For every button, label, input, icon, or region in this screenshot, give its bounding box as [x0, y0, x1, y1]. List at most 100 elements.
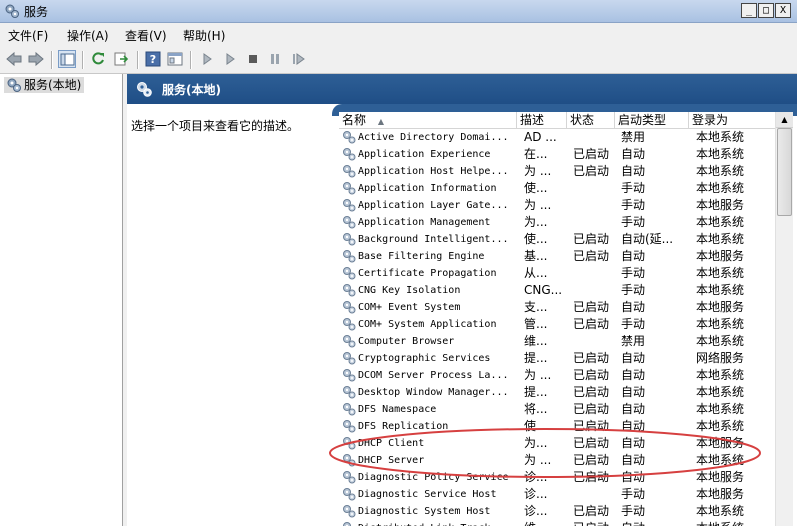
- service-gear-icon: [343, 216, 356, 229]
- service-name: Background Intelligent...: [358, 234, 509, 245]
- service-startup-type: 自动: [621, 520, 691, 526]
- table-row[interactable]: Application Layer Gate... 为 ... 手动 本地服务: [339, 197, 784, 214]
- export-icon[interactable]: [112, 50, 130, 68]
- maximize-button[interactable]: □: [758, 3, 774, 18]
- service-status: 已启动: [573, 351, 610, 365]
- service-description: 使...: [524, 419, 548, 433]
- service-name: COM+ System Application: [358, 319, 497, 330]
- service-logon-as: 本地系统: [696, 402, 745, 416]
- service-description: 提...: [524, 351, 548, 365]
- service-logon-as: 本地系统: [696, 215, 745, 229]
- service-gear-icon: [343, 335, 356, 348]
- vertical-scrollbar[interactable]: ▲: [775, 112, 793, 526]
- column-header-description[interactable]: 描述: [517, 112, 567, 128]
- service-logon-as: 本地系统: [696, 520, 781, 526]
- service-name-cell: DHCP Client: [342, 435, 512, 452]
- stop-icon[interactable]: [244, 50, 262, 68]
- service-status: 已启动: [573, 232, 610, 246]
- minimize-button[interactable]: _: [741, 3, 757, 18]
- menu-file[interactable]: 文件(F): [8, 27, 48, 44]
- table-row[interactable]: DHCP Server 为 ... 已启动 自动 本地系统: [339, 452, 784, 469]
- service-description: 维...: [524, 334, 548, 348]
- column-header-logon-as[interactable]: 登录为: [689, 112, 784, 128]
- service-startup-type: 自动: [621, 351, 646, 365]
- table-row[interactable]: Desktop Window Manager... 提... 已启动 自动 本地系统: [339, 384, 784, 401]
- service-gear-icon: [343, 165, 356, 178]
- service-startup-type: 自动: [621, 453, 646, 467]
- menu-action[interactable]: 操作(A): [67, 27, 109, 44]
- service-gear-icon: [343, 199, 356, 212]
- service-startup-type: 自动: [621, 470, 646, 484]
- close-button[interactable]: X: [775, 3, 791, 18]
- toolbar-separator: [82, 51, 84, 69]
- service-gear-icon: [343, 250, 356, 263]
- table-row[interactable]: DCOM Server Process La... 为 ... 已启动 自动 本地系统: [339, 367, 784, 384]
- menu-view[interactable]: 查看(V): [125, 27, 167, 44]
- service-logon-as: 本地系统: [696, 164, 745, 178]
- table-row[interactable]: Cryptographic Services 提... 已启动 自动 网络服务: [339, 350, 784, 367]
- service-startup-type: 手动: [621, 487, 646, 501]
- service-gear-icon: [343, 471, 356, 484]
- table-row[interactable]: Application Management 为... 手动 本地系统: [339, 214, 784, 231]
- menu-help[interactable]: 帮助(H): [183, 27, 225, 44]
- service-status: 已启动: [573, 419, 610, 433]
- table-row[interactable]: Background Intelligent... 使... 已启动 自动(延... 本…: [339, 231, 784, 248]
- service-name: Application Experience: [358, 149, 491, 160]
- table-row[interactable]: CNG Key Isolation CNG... 手动 本地系统: [339, 282, 784, 299]
- service-status: [573, 129, 618, 146]
- start-icon[interactable]: [198, 50, 216, 68]
- service-logon-as: 本地系统: [696, 419, 745, 433]
- table-row[interactable]: DFS Namespace 将... 已启动 自动 本地系统: [339, 401, 784, 418]
- properties-icon[interactable]: [166, 50, 184, 68]
- service-status: 已启动: [573, 436, 610, 450]
- table-row[interactable]: Base Filtering Engine 基... 已启动 自动 本地服务: [339, 248, 784, 265]
- table-row[interactable]: Application Information 使... 手动 本地系统: [339, 180, 784, 197]
- table-row[interactable]: COM+ System Application 管... 已启动 手动 本地系统: [339, 316, 784, 333]
- panel-title: 服务(本地): [162, 83, 221, 97]
- service-startup-type: 手动: [621, 317, 646, 331]
- service-name-cell: Certificate Propagation: [342, 265, 512, 282]
- service-startup-type: 自动: [621, 147, 646, 161]
- show-tree-icon[interactable]: [58, 50, 76, 68]
- window-title-bar[interactable]: 服务 _ □ X: [0, 0, 797, 23]
- scroll-up-icon[interactable]: ▲: [776, 112, 793, 128]
- scroll-thumb[interactable]: [777, 128, 792, 216]
- tree-item-services-local[interactable]: 服务(本地): [4, 77, 85, 93]
- table-row[interactable]: Application Experience 在... 已启动 自动 本地系统: [339, 146, 784, 163]
- column-header-status[interactable]: 状态: [567, 112, 615, 128]
- table-row[interactable]: Certificate Propagation 从... 手动 本地系统: [339, 265, 784, 282]
- table-row[interactable]: Application Host Helpe... 为 ... 已启动 自动 本地系统: [339, 163, 784, 180]
- table-row[interactable]: Computer Browser 维... 禁用 本地系统: [339, 333, 784, 350]
- service-description: AD ...: [524, 130, 557, 144]
- start-alt-icon[interactable]: [221, 50, 239, 68]
- table-row[interactable]: DHCP Client 为... 已启动 自动 本地服务: [339, 435, 784, 452]
- list-header: 名称 ▲ 描述 状态 启动类型 登录为: [339, 112, 784, 129]
- service-logon-as: 本地服务: [696, 249, 745, 263]
- service-gear-icon: [343, 182, 356, 195]
- services-panel: 服务(本地) 选择一个项目来查看它的描述。 名称 ▲ 描述 状态 启动类型 登录…: [127, 74, 797, 526]
- column-header-startup-type[interactable]: 启动类型: [615, 112, 689, 128]
- table-row[interactable]: Diagnostic Service Host 诊... 手动 本地服务: [339, 486, 784, 503]
- service-name-cell: Application Host Helpe...: [342, 163, 512, 180]
- service-logon-as: 本地系统: [696, 283, 745, 297]
- table-row[interactable]: Diagnostic Policy Service 诊... 已启动 自动 本地服务: [339, 469, 784, 486]
- table-row[interactable]: Diagnostic System Host 诊... 已启动 手动 本地系统: [339, 503, 784, 520]
- help-icon[interactable]: ?: [144, 50, 162, 68]
- table-row[interactable]: Distributed Link Track... 维... 已启动自动本地系统: [339, 520, 784, 526]
- forward-icon[interactable]: [27, 50, 45, 68]
- service-startup-type: 自动: [621, 164, 646, 178]
- service-name-cell: Base Filtering Engine: [342, 248, 512, 265]
- table-row[interactable]: Active Directory Domai... AD ... 禁用 本地系统: [339, 129, 784, 146]
- back-icon[interactable]: [5, 50, 23, 68]
- service-gear-icon: [343, 403, 356, 416]
- service-logon-as: 本地系统: [696, 130, 745, 144]
- table-row[interactable]: DFS Replication 使... 已启动 自动 本地系统: [339, 418, 784, 435]
- pause-icon[interactable]: [266, 50, 284, 68]
- refresh-icon[interactable]: [89, 50, 107, 68]
- service-description: 提...: [524, 385, 548, 399]
- service-status: 已启动: [573, 368, 610, 382]
- service-startup-type: 自动(延...: [621, 232, 674, 246]
- column-header-name[interactable]: 名称 ▲: [339, 112, 517, 128]
- table-row[interactable]: COM+ Event System 支... 已启动 自动 本地服务: [339, 299, 784, 316]
- restart-icon[interactable]: [289, 50, 307, 68]
